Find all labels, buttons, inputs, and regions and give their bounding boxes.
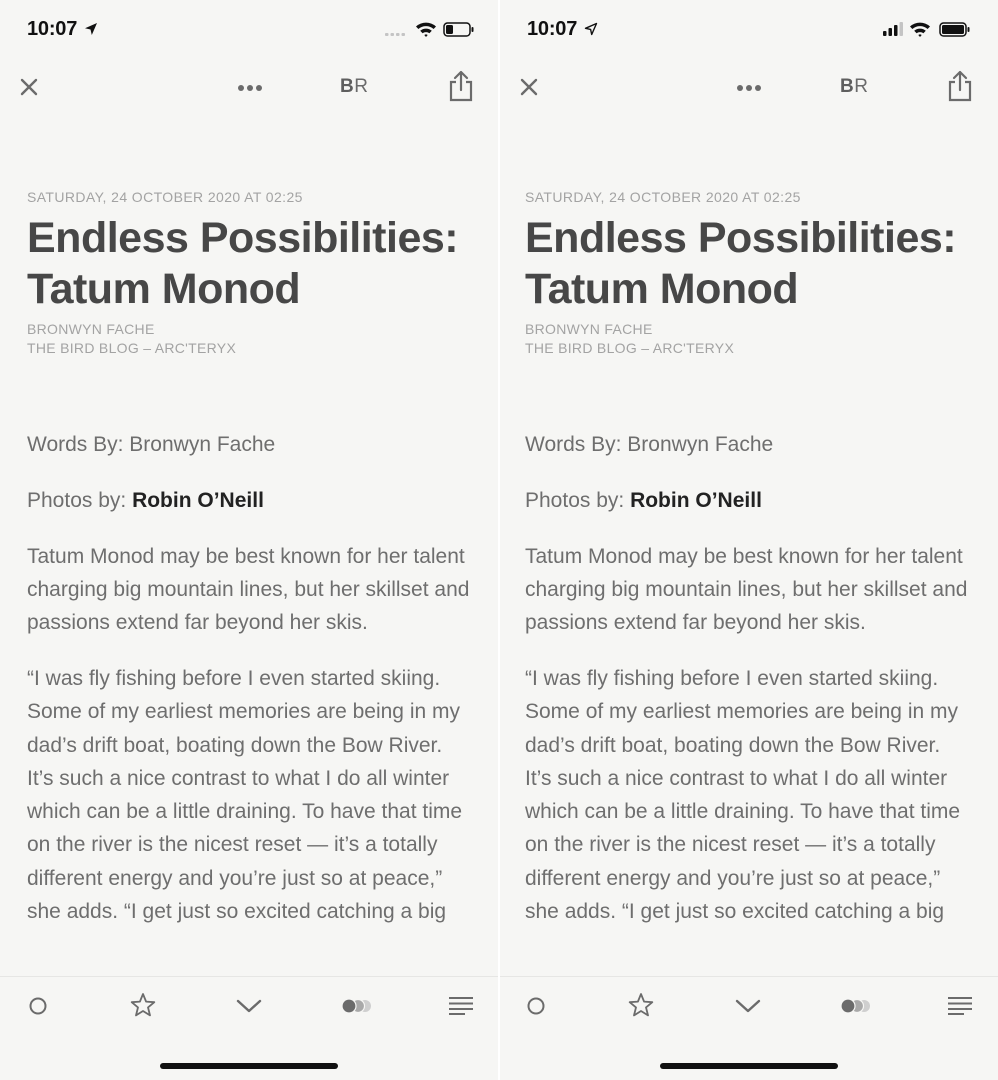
article-source: THE BIRD BLOG – ARC'TERYX xyxy=(525,340,735,356)
star-icon[interactable] xyxy=(628,992,654,1018)
cellular-signal-icon xyxy=(385,33,405,36)
list-icon[interactable] xyxy=(448,996,474,1016)
battery-icon xyxy=(939,22,970,37)
article-title: Endless Possibilities: Tatum Monod xyxy=(525,214,957,313)
paragraph: “I was fly fishing before I even started… xyxy=(525,666,961,924)
status-indicators xyxy=(385,20,480,40)
status-indicators xyxy=(883,20,980,40)
reader-screen-left: 10:07 BR SATURDAY, 24 OCTOBER 2020 AT 02… xyxy=(0,0,498,1080)
paragraph: Tatum Monod may be best known for her ta… xyxy=(525,544,968,635)
photos-by: Photos by: Robin O’Neill xyxy=(525,488,762,512)
location-arrow-icon xyxy=(584,22,598,36)
article-title: Endless Possibilities: Tatum Monod xyxy=(27,214,459,313)
article-date: SATURDAY, 24 OCTOBER 2020 AT 02:25 xyxy=(27,189,303,205)
home-indicator[interactable] xyxy=(160,1063,338,1069)
location-arrow-icon xyxy=(85,23,97,35)
reader-screen-right: 10:07 BR SATURDAY, 24 OCTOBER 2020 AT 02… xyxy=(500,0,998,1080)
cellular-signal-icon xyxy=(883,22,903,36)
share-icon[interactable] xyxy=(448,70,474,102)
words-by: Words By: Bronwyn Fache xyxy=(27,433,276,456)
words-by: Words By: Bronwyn Fache xyxy=(525,433,774,456)
reader-style-button[interactable]: BR xyxy=(840,76,868,98)
share-icon[interactable] xyxy=(947,70,973,102)
wifi-icon xyxy=(416,22,436,37)
chevron-down-icon[interactable] xyxy=(235,997,263,1015)
toggle-icon[interactable] xyxy=(839,997,871,1015)
photographer-link[interactable]: Robin O’Neill xyxy=(630,489,762,512)
article-source: THE BIRD BLOG – ARC'TERYX xyxy=(27,340,237,356)
more-icon[interactable] xyxy=(237,78,263,98)
list-icon[interactable] xyxy=(947,996,973,1016)
toggle-icon[interactable] xyxy=(340,997,372,1015)
paragraph: “I was fly fishing before I even started… xyxy=(27,666,463,924)
article-body: Words By: Bronwyn Fache Photos by: Robin… xyxy=(27,428,472,976)
chevron-down-icon[interactable] xyxy=(734,997,762,1015)
photographer-link[interactable]: Robin O’Neill xyxy=(132,489,264,512)
more-icon[interactable] xyxy=(736,78,762,98)
article-body: Words By: Bronwyn Fache Photos by: Robin… xyxy=(525,428,970,976)
status-time: 10:07 xyxy=(527,18,578,40)
circle-icon[interactable] xyxy=(525,995,547,1017)
close-icon[interactable] xyxy=(18,76,40,98)
home-indicator[interactable] xyxy=(660,1063,838,1069)
close-icon[interactable] xyxy=(518,76,540,98)
status-time: 10:07 xyxy=(27,18,78,40)
paragraph: Tatum Monod may be best known for her ta… xyxy=(27,544,470,635)
reader-style-button[interactable]: BR xyxy=(340,76,368,98)
circle-icon[interactable] xyxy=(27,995,49,1017)
article-date: SATURDAY, 24 OCTOBER 2020 AT 02:25 xyxy=(525,189,801,205)
article-author: BRONWYN FACHE xyxy=(525,321,653,337)
battery-icon xyxy=(443,22,474,37)
photos-by: Photos by: Robin O’Neill xyxy=(27,488,264,512)
star-icon[interactable] xyxy=(130,992,156,1018)
article-author: BRONWYN FACHE xyxy=(27,321,155,337)
wifi-icon xyxy=(910,22,930,37)
